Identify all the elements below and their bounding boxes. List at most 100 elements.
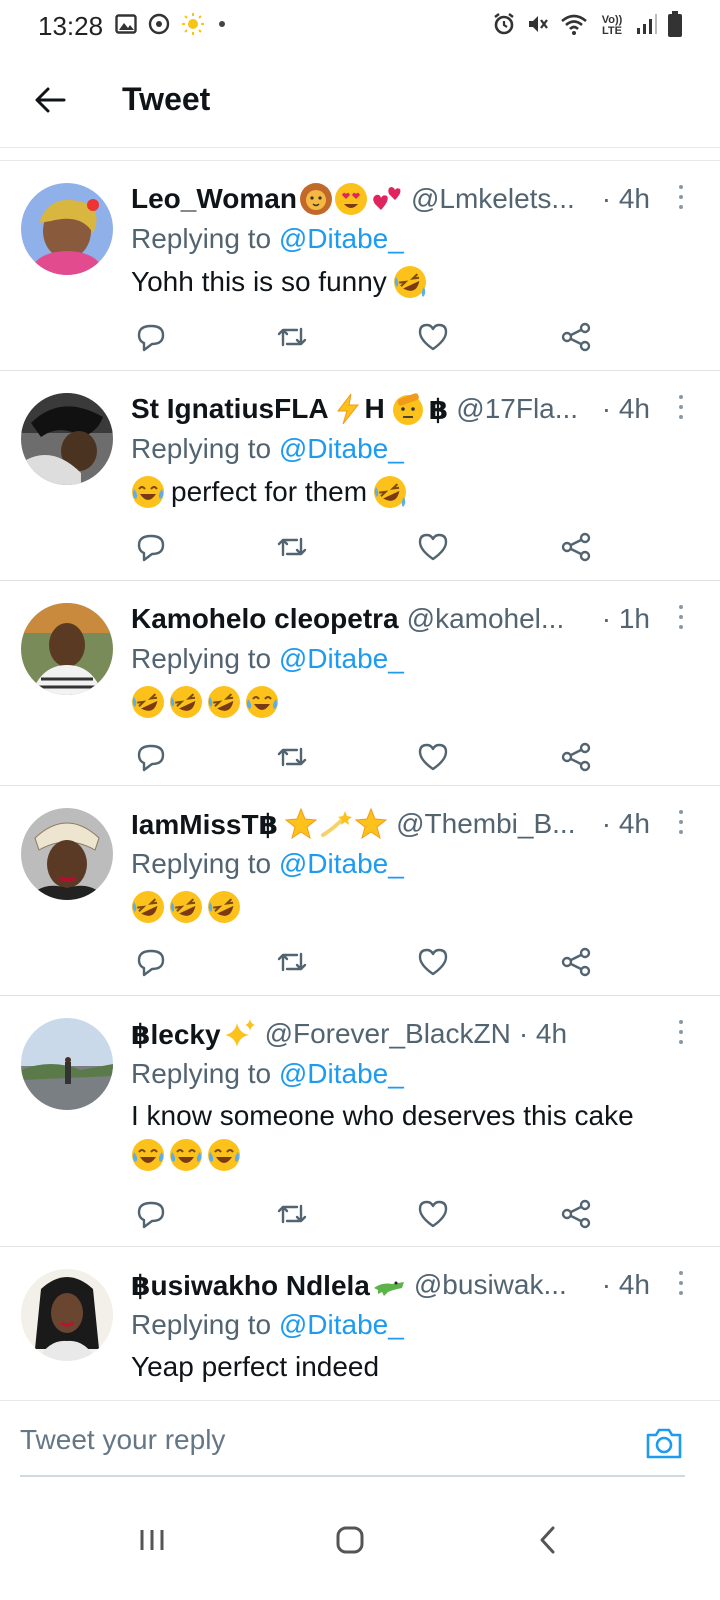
replying-label: Replying to	[131, 848, 279, 879]
like-button[interactable]	[413, 942, 453, 982]
reply-input[interactable]	[20, 1415, 620, 1465]
reply-button[interactable]	[131, 527, 171, 567]
like-button[interactable]	[413, 527, 453, 567]
replying-to: Replying to @Ditabe_	[131, 643, 404, 675]
camera-button[interactable]	[644, 1423, 684, 1463]
reply-header: IamMissT฿ @Thembi_B... · 4h	[131, 804, 650, 844]
reply-composer	[0, 1400, 720, 1477]
rofl-emoji	[208, 686, 240, 718]
mention-link[interactable]: @Ditabe_	[279, 1058, 404, 1089]
retweet-button[interactable]	[272, 1194, 312, 1234]
reply-button[interactable]	[131, 1194, 171, 1234]
avatar[interactable]	[21, 393, 113, 485]
user-handle[interactable]: @Lmkelets...	[411, 183, 575, 215]
camera-icon	[646, 1428, 682, 1459]
reply-item[interactable]: ฿lecky @Forever_BlackZN · 4h Replying to…	[0, 996, 720, 1247]
avatar[interactable]	[21, 808, 113, 900]
share-icon	[561, 532, 591, 562]
user-handle[interactable]: @17Fla...	[456, 393, 578, 425]
mention-link[interactable]: @Ditabe_	[279, 848, 404, 879]
retweet-button[interactable]	[272, 317, 312, 357]
display-name[interactable]: IamMissT฿	[131, 808, 278, 841]
like-icon	[418, 323, 448, 351]
tweet-actions	[131, 317, 601, 357]
more-options-icon[interactable]	[676, 605, 686, 629]
user-handle[interactable]: @Forever_BlackZN	[265, 1018, 511, 1050]
saluting-face-emoji	[392, 393, 423, 425]
retweet-icon	[277, 952, 307, 972]
reply-button[interactable]	[131, 317, 171, 357]
display-name[interactable]: St IgnatiusFLA	[131, 393, 329, 425]
reply-item[interactable]: IamMissT฿ @Thembi_B... · 4h Replying to …	[0, 786, 720, 996]
retweet-icon	[277, 1204, 307, 1224]
rofl-emoji	[132, 891, 164, 923]
retweet-button[interactable]	[272, 527, 312, 567]
more-options-icon[interactable]	[676, 395, 686, 419]
like-button[interactable]	[413, 737, 453, 777]
reply-button[interactable]	[131, 942, 171, 982]
avatar[interactable]	[21, 1018, 113, 1110]
like-icon	[418, 533, 448, 561]
tweet-actions	[131, 737, 601, 777]
display-name[interactable]: ฿usiwakho Ndlela	[131, 1269, 370, 1302]
name-emojis	[284, 807, 388, 841]
sun-icon	[181, 12, 205, 41]
sparkles-emoji	[224, 1019, 255, 1047]
share-button[interactable]	[556, 942, 596, 982]
avatar[interactable]	[21, 603, 113, 695]
rofl-emoji	[208, 891, 240, 923]
two-hearts-emoji	[373, 187, 401, 210]
share-button[interactable]	[556, 317, 596, 357]
like-button[interactable]	[413, 1194, 453, 1234]
dizzy-emoji	[321, 811, 353, 837]
share-icon	[561, 742, 591, 772]
recents-button[interactable]	[122, 1510, 182, 1570]
share-button[interactable]	[556, 527, 596, 567]
mention-link[interactable]: @Ditabe_	[279, 643, 404, 674]
share-button[interactable]	[556, 737, 596, 777]
display-name[interactable]: Kamohelo cleopetra	[131, 603, 399, 635]
status-left-icons	[115, 12, 229, 41]
timestamp: · 4h	[601, 808, 650, 839]
reply-item[interactable]: ฿usiwakho Ndlela @busiwak... · 4h Replyi…	[0, 1247, 720, 1397]
star-emoji	[284, 807, 318, 840]
reply-item[interactable]: St IgnatiusFLA H ฿ @17Fla... · 4h Replyi…	[0, 371, 720, 581]
reply-item[interactable]: Kamohelo cleopetra @kamohel... · 1h Repl…	[0, 581, 720, 786]
mention-link[interactable]: @Ditabe_	[279, 433, 404, 464]
more-options-icon[interactable]	[676, 1271, 686, 1295]
composer-underline	[20, 1475, 685, 1477]
more-options-icon[interactable]	[676, 185, 686, 209]
signal-icon	[636, 13, 658, 40]
share-button[interactable]	[556, 1194, 596, 1234]
user-handle[interactable]: @Thembi_B...	[396, 808, 575, 840]
back-nav-button[interactable]	[518, 1510, 578, 1570]
tweet-text-content: Yohh this is so funny	[131, 266, 387, 297]
joy-emoji	[170, 1139, 202, 1171]
rofl-emoji	[170, 891, 202, 923]
tweet-text-content: Yeap perfect indeed	[131, 1351, 380, 1382]
avatar[interactable]	[21, 183, 113, 275]
gallery-icon	[115, 13, 137, 39]
avatar[interactable]	[21, 1269, 113, 1361]
crocodile-emoji	[373, 1281, 404, 1296]
more-options-icon[interactable]	[676, 810, 686, 834]
user-handle[interactable]: @kamohel...	[407, 603, 565, 635]
display-name[interactable]: ฿lecky	[131, 1018, 221, 1051]
retweet-button[interactable]	[272, 737, 312, 777]
retweet-button[interactable]	[272, 942, 312, 982]
reply-button[interactable]	[131, 737, 171, 777]
status-time: 13:28	[38, 10, 104, 41]
more-options-icon[interactable]	[676, 1020, 686, 1044]
like-button[interactable]	[413, 317, 453, 357]
like-icon	[418, 743, 448, 771]
display-name[interactable]: Leo_Woman	[131, 183, 297, 215]
share-icon	[561, 947, 591, 977]
home-button[interactable]	[320, 1510, 380, 1570]
mention-link[interactable]: @Ditabe_	[279, 223, 404, 254]
user-handle[interactable]: @busiwak...	[414, 1269, 567, 1301]
name-emojis	[299, 182, 403, 216]
back-button[interactable]	[22, 72, 78, 128]
lion-face-emoji	[299, 183, 332, 215]
reply-item[interactable]: Leo_Woman @Lmkelets... · 4h Replying to …	[0, 161, 720, 371]
mention-link[interactable]: @Ditabe_	[279, 1309, 404, 1340]
